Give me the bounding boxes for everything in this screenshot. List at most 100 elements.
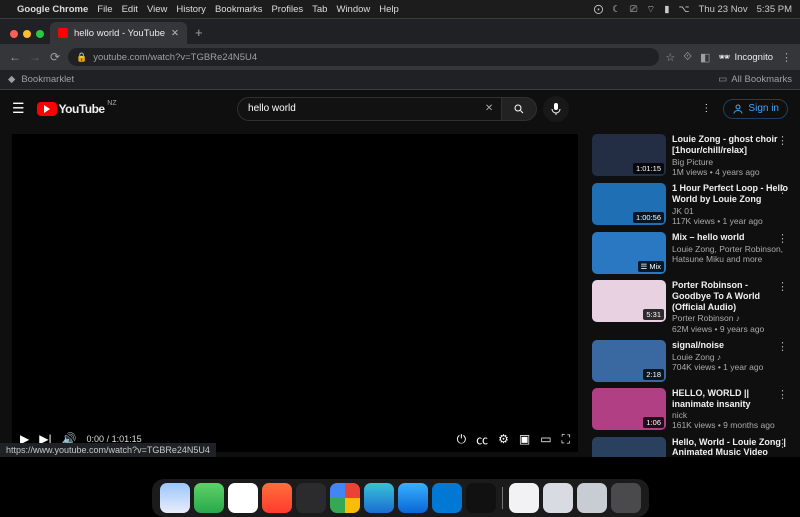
recommendation-menu-icon[interactable]: ⋮ — [777, 388, 788, 401]
recommendation-meta: 117K views • 1 year ago — [672, 216, 788, 226]
recommendation-title: Hello, World - Louie Zong | Animated Mus… — [672, 437, 788, 457]
dock-app-chrome[interactable] — [330, 483, 360, 513]
recommendation-menu-icon[interactable]: ⋮ — [777, 280, 788, 293]
recommendation-item[interactable]: 2:18 signal/noise Louie Zong ♪ 704K view… — [592, 340, 788, 382]
recommendation-thumbnail[interactable]: ☰ Mix — [592, 232, 666, 274]
dock-app-music[interactable] — [262, 483, 292, 513]
all-bookmarks-button[interactable]: ▭ All Bookmarks — [718, 74, 792, 85]
menu-profiles[interactable]: Profiles — [271, 4, 303, 15]
dock-app-mail[interactable] — [228, 483, 258, 513]
menu-help[interactable]: Help — [379, 4, 399, 15]
bookmark-star-icon[interactable]: ☆ — [665, 51, 675, 64]
voice-search-icon[interactable] — [543, 96, 569, 122]
dock-app-edge[interactable] — [364, 483, 394, 513]
wifi-icon[interactable]: ⌔ — [646, 4, 655, 15]
menu-view[interactable]: View — [147, 4, 167, 15]
bookmark-item-label[interactable]: Bookmarklet — [21, 74, 74, 85]
macos-menubar: Google Chrome File Edit View History Boo… — [0, 0, 800, 18]
dock-app-settings[interactable] — [296, 483, 326, 513]
window-controls — [6, 30, 50, 44]
extension-button-icon[interactable]: ◧ — [700, 51, 710, 64]
all-bookmarks-label: All Bookmarks — [731, 74, 792, 85]
menu-window[interactable]: Window — [336, 4, 370, 15]
recommendation-menu-icon[interactable]: ⋮ — [777, 134, 788, 147]
youtube-logo[interactable]: YouTube NZ — [37, 102, 105, 116]
menu-tab[interactable]: Tab — [312, 4, 327, 15]
recommendation-thumbnail[interactable]: 5:31 — [592, 280, 666, 322]
recommendation-menu-icon[interactable]: ⋮ — [777, 437, 788, 450]
menu-history[interactable]: History — [176, 4, 206, 15]
recommendation-menu-icon[interactable]: ⋮ — [777, 232, 788, 245]
masthead-menu-icon[interactable]: ⋮ — [701, 103, 711, 114]
menu-edit[interactable]: Edit — [122, 4, 138, 15]
bookmark-item-icon[interactable]: ◆ — [8, 74, 15, 85]
back-button-icon[interactable]: ← — [8, 50, 22, 64]
clear-search-icon[interactable]: ✕ — [477, 97, 501, 121]
menubar-date[interactable]: Thu 23 Nov — [698, 4, 747, 15]
recommendation-channel: Louie Zong, Porter Robinson, Hatsune Mik… — [672, 244, 788, 264]
site-lock-icon[interactable]: 🔒 — [76, 52, 87, 63]
recommendation-thumbnail[interactable]: 1:00:56 — [592, 183, 666, 225]
active-app-name[interactable]: Google Chrome — [17, 4, 88, 15]
battery-icon[interactable]: ▮ — [664, 4, 669, 15]
recommendation-item[interactable]: 5:31 Porter Robinson - Goodbye To A Worl… — [592, 280, 788, 334]
recommendation-item[interactable]: 1:00:56 1 Hour Perfect Loop - Hello Worl… — [592, 183, 788, 226]
duration-badge: 2:18 — [643, 369, 664, 380]
sign-in-button[interactable]: Sign in — [723, 99, 788, 119]
dock-app-vscode[interactable] — [432, 483, 462, 513]
recommendation-title: 1 Hour Perfect Loop - Hello World by Lou… — [672, 183, 788, 205]
dock-trash-icon[interactable] — [611, 483, 641, 513]
menubar-time[interactable]: 5:35 PM — [757, 4, 792, 15]
search-button-icon[interactable] — [501, 97, 537, 121]
minimize-window-button[interactable] — [23, 30, 31, 38]
recommendation-thumbnail[interactable]: 1:01:15 — [592, 134, 666, 176]
menu-bookmarks[interactable]: Bookmarks — [215, 4, 263, 15]
dock-folder-1[interactable] — [509, 483, 539, 513]
chrome-status-bar: https://www.youtube.com/watch?v=TGBRe24N… — [0, 443, 216, 457]
autoplay-toggle-icon[interactable]: ⏻ — [457, 432, 467, 447]
recommendation-item[interactable]: ☰ Mix Mix – hello world Louie Zong, Port… — [592, 232, 788, 274]
control-center-icon[interactable]: ⌥ — [679, 4, 690, 15]
youtube-wordmark: YouTube — [59, 102, 105, 116]
chrome-menu-icon[interactable]: ⋮ — [781, 51, 792, 64]
search-input[interactable] — [237, 97, 477, 121]
dock-app-safari[interactable] — [398, 483, 428, 513]
do-not-disturb-icon[interactable]: ☾ — [612, 4, 621, 15]
theater-mode-icon[interactable]: ▭ — [540, 432, 551, 446]
recommendation-item[interactable]: 3:13ANIMATION Hello, World - Louie Zong … — [592, 437, 788, 457]
dock-app-terminal[interactable] — [466, 483, 496, 513]
close-window-button[interactable] — [10, 30, 18, 38]
forward-button-icon[interactable]: → — [28, 50, 42, 64]
settings-gear-icon[interactable]: ⚙ — [498, 432, 509, 446]
miniplayer-icon[interactable]: ▣ — [519, 432, 530, 446]
fullscreen-icon[interactable]: ⛶ — [562, 432, 570, 447]
recommendation-thumbnail[interactable]: 2:18 — [592, 340, 666, 382]
reload-button-icon[interactable]: ⟳ — [48, 50, 62, 64]
folder-icon: ▭ — [718, 74, 727, 85]
address-url: youtube.com/watch?v=TGBRe24N5U4 — [93, 52, 257, 63]
recommendation-thumbnail[interactable]: 3:13ANIMATION — [592, 437, 666, 457]
dock-folder-2[interactable] — [543, 483, 573, 513]
tab-close-icon[interactable]: ✕ — [171, 28, 179, 39]
dock-app-messages[interactable] — [194, 483, 224, 513]
airdrop-icon[interactable]: ⨀ — [594, 4, 604, 15]
fullscreen-window-button[interactable] — [36, 30, 44, 38]
display-icon[interactable]: ⎚ — [630, 4, 638, 15]
dock-app-finder[interactable] — [160, 483, 190, 513]
recommendation-item[interactable]: 1:06 HELLO, WORLD || inanimate insanity … — [592, 388, 788, 431]
menu-file[interactable]: File — [97, 4, 112, 15]
video-player[interactable]: ▶ ▶| 🔊 0:00 / 1:01:15 ⏻ ㏄ ⚙ ▣ ▭ ⛶ — [12, 134, 578, 452]
address-bar[interactable]: 🔒 youtube.com/watch?v=TGBRe24N5U4 — [68, 48, 659, 66]
captions-icon[interactable]: ㏄ — [476, 431, 488, 448]
extensions-icon[interactable]: ⟐ — [683, 51, 692, 64]
youtube-masthead: ☰ YouTube NZ ✕ ⋮ Sign in — [0, 90, 800, 128]
browser-tab-active[interactable]: hello world - YouTube ✕ — [50, 22, 187, 44]
recommendation-menu-icon[interactable]: ⋮ — [777, 183, 788, 196]
dock-folder-3[interactable] — [577, 483, 607, 513]
recommendation-thumbnail[interactable]: 1:06 — [592, 388, 666, 430]
guide-menu-icon[interactable]: ☰ — [12, 100, 25, 117]
recommendation-menu-icon[interactable]: ⋮ — [777, 340, 788, 353]
recommendation-item[interactable]: 1:01:15 Louie Zong - ghost choir [1hour/… — [592, 134, 788, 177]
recommendation-meta: 161K views • 9 months ago — [672, 420, 788, 430]
new-tab-button[interactable]: + — [187, 25, 211, 44]
